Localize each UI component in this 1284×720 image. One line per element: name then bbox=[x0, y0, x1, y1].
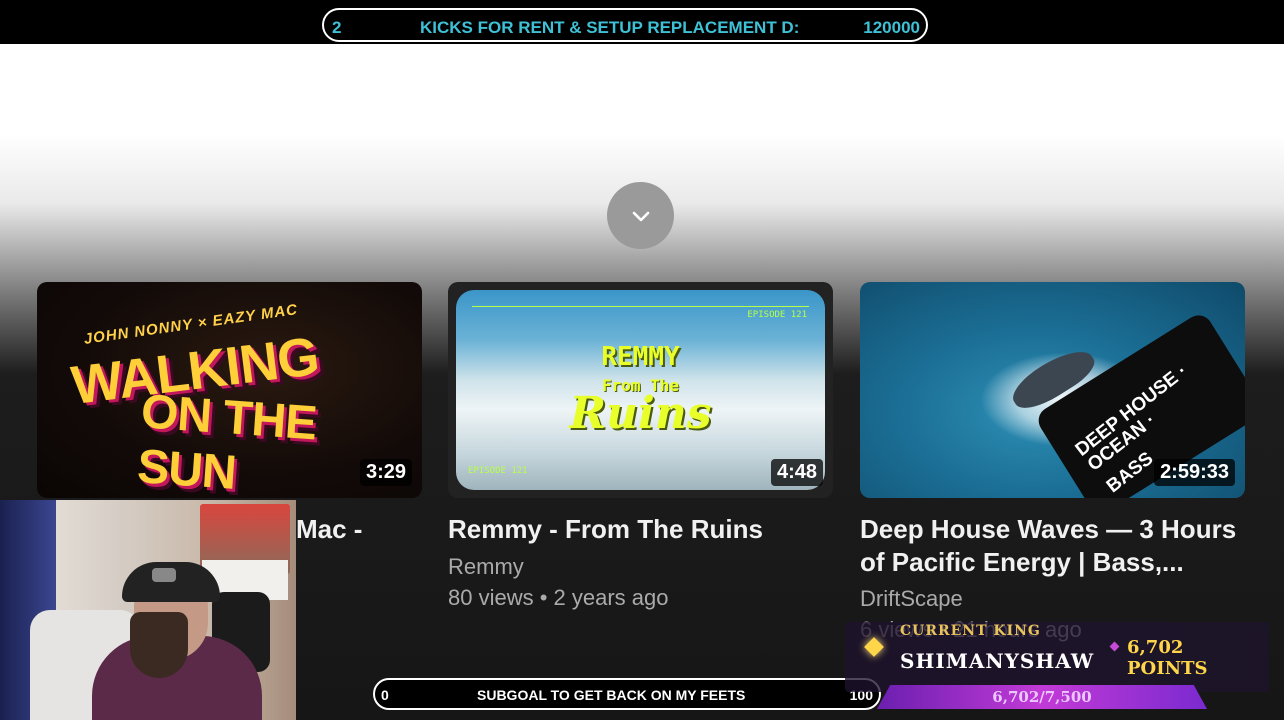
video-title-line-2[interactable]: of Pacific Energy | Bass,... bbox=[860, 545, 1184, 579]
video-channel[interactable]: Remmy bbox=[448, 554, 524, 580]
subgoal-current: 0 bbox=[381, 687, 389, 703]
top-goal-current: 2 bbox=[332, 18, 342, 37]
thumbnail-episode: EPISODE 121 bbox=[747, 310, 807, 320]
video-duration: 3:29 bbox=[359, 459, 412, 486]
king-name: SHIMANYSHAW bbox=[900, 649, 1095, 673]
subgoal-bar: 0 SUBGOAL TO GET BACK ON MY FEETS 100 bbox=[373, 678, 881, 710]
video-duration: 4:48 bbox=[770, 459, 823, 486]
thumbnail-title-line-1: REMMY bbox=[601, 342, 680, 372]
top-overlay-strip: 2 KICKS FOR RENT & SETUP REPLACEMENT D: … bbox=[0, 0, 1284, 44]
top-goal-target: 120000 bbox=[863, 18, 920, 37]
king-label: CURRENT KING bbox=[900, 623, 1041, 639]
expand-suggestions-button[interactable] bbox=[607, 182, 674, 249]
top-goal-bar: 2 KICKS FOR RENT & SETUP REPLACEMENT D: … bbox=[322, 8, 928, 42]
thumbnail-title-line-3: Ruins bbox=[569, 388, 712, 439]
video-thumbnail-deep-house-waves[interactable]: DEEP HOUSE · OCEAN · BASS 2:59:33 bbox=[860, 282, 1245, 498]
video-meta: 80 views • 2 years ago bbox=[448, 585, 669, 610]
thumbnail-episode-footer: EPISODE 121 bbox=[468, 466, 528, 476]
king-progress-text: 6,702/7,500 bbox=[992, 688, 1092, 706]
thumbnail-image: EPISODE 121 EPISODE 121 REMMY From The R… bbox=[456, 290, 825, 490]
chevron-down-icon bbox=[632, 211, 649, 221]
top-goal-label: KICKS FOR RENT & SETUP REPLACEMENT D: bbox=[420, 18, 800, 37]
thumbnail-hud-line bbox=[472, 306, 809, 307]
video-channel[interactable]: DriftScape bbox=[860, 586, 963, 612]
streamer-webcam bbox=[0, 500, 296, 720]
video-title[interactable]: Remmy - From The Ruins bbox=[448, 512, 763, 546]
king-points: 6,702 POINTS bbox=[1127, 637, 1208, 679]
video-thumbnail-remmy-from-the-ruins[interactable]: EPISODE 121 EPISODE 121 REMMY From The R… bbox=[448, 282, 833, 498]
video-duration: 2:59:33 bbox=[1154, 459, 1235, 486]
video-thumbnail-walking-on-the-sun[interactable]: JOHN NONNY × EAZY MAC WALKING ON THE SUN… bbox=[37, 282, 422, 498]
video-title[interactable]: Mac - bbox=[296, 512, 362, 546]
webcam-cap-logo bbox=[152, 568, 176, 582]
webcam-person-beard bbox=[130, 612, 188, 678]
video-title-line-1[interactable]: Deep House Waves — 3 Hours bbox=[860, 512, 1236, 546]
current-king-widget: CURRENT KING SHIMANYSHAW 6,702 POINTS 6,… bbox=[845, 615, 1269, 720]
subgoal-label: SUBGOAL TO GET BACK ON MY FEETS bbox=[477, 687, 746, 703]
